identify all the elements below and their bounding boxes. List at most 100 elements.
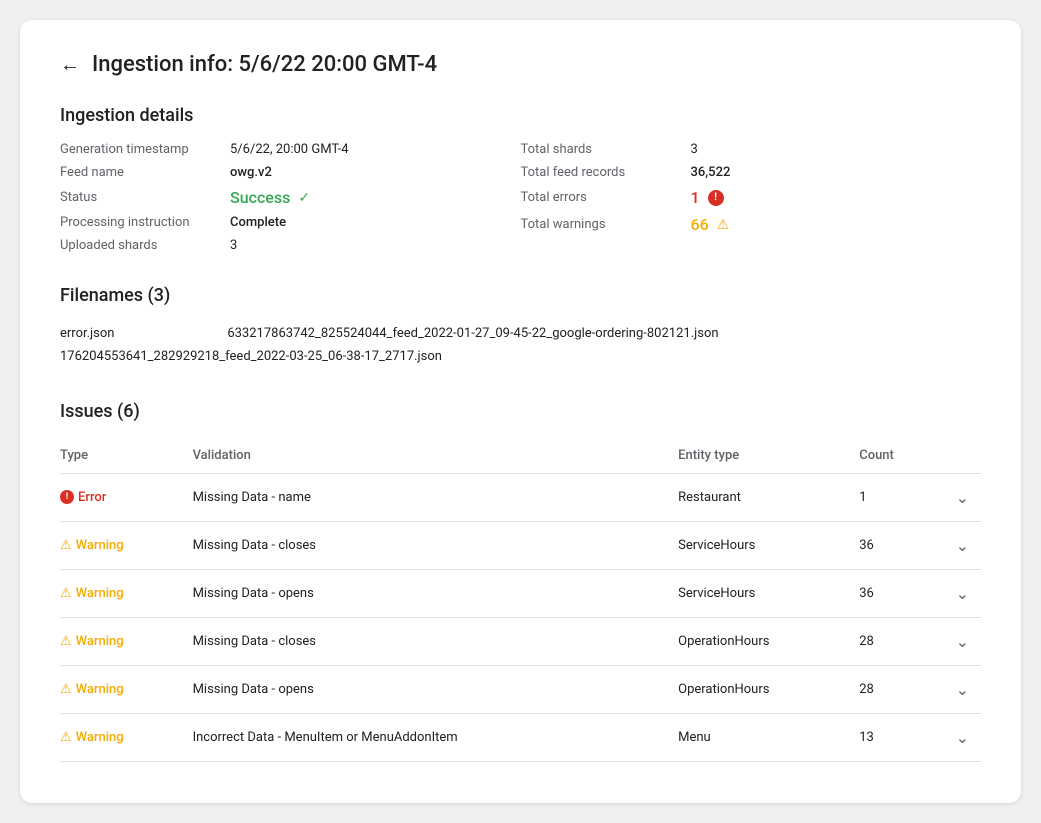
details-left-col: Generation timestamp 5/6/22, 20:00 GMT-4…: [60, 142, 521, 253]
cell-count: 13: [859, 713, 941, 761]
cell-expand[interactable]: ⌄: [941, 617, 981, 665]
cell-validation: Missing Data - name: [193, 473, 679, 521]
main-card: ← Ingestion info: 5/6/22 20:00 GMT-4 Ing…: [20, 20, 1021, 803]
table-row: ⚠ Warning Missing Data - opens Operation…: [60, 665, 981, 713]
cell-expand[interactable]: ⌄: [941, 665, 981, 713]
cell-count: 36: [859, 569, 941, 617]
table-row: ⚠ Warning Missing Data - closes ServiceH…: [60, 521, 981, 569]
table-row: ⚠ Warning Missing Data - closes Operatio…: [60, 617, 981, 665]
cell-expand[interactable]: ⌄: [941, 473, 981, 521]
filenames-section: Filenames (3) error.json 633217863742_82…: [60, 285, 981, 369]
cell-entity-type: ServiceHours: [678, 521, 859, 569]
cell-validation: Missing Data - closes: [193, 617, 679, 665]
total-errors-value: 1: [691, 188, 700, 207]
generation-timestamp-label: Generation timestamp: [60, 142, 230, 157]
total-shards-label: Total shards: [521, 142, 691, 157]
feed-name-label: Feed name: [60, 165, 230, 180]
cell-entity-type: Restaurant: [678, 473, 859, 521]
col-type: Type: [60, 438, 193, 474]
filenames-title: Filenames (3): [60, 285, 981, 306]
error-dot-icon: !: [708, 190, 724, 206]
table-row: ⚠ Warning Missing Data - opens ServiceHo…: [60, 569, 981, 617]
cell-count: 28: [859, 617, 941, 665]
total-errors-label: Total errors: [521, 190, 691, 205]
warning-triangle-icon: ⚠: [60, 682, 72, 697]
cell-count: 36: [859, 521, 941, 569]
filename-1: error.json 633217863742_825524044_feed_2…: [60, 322, 981, 345]
status-value-container: Success ✓: [230, 188, 310, 207]
cell-entity-type: Menu: [678, 713, 859, 761]
status-value: Success: [230, 188, 290, 207]
details-right-col: Total shards 3 Total feed records 36,522…: [521, 142, 982, 253]
cell-count: 1: [859, 473, 941, 521]
table-row: ! Error Missing Data - name Restaurant 1…: [60, 473, 981, 521]
warning-triangle-icon: ⚠: [60, 730, 72, 745]
total-warnings-label: Total warnings: [521, 217, 691, 232]
cell-validation: Missing Data - opens: [193, 665, 679, 713]
ingestion-details-section: Ingestion details Generation timestamp 5…: [60, 105, 981, 253]
type-warning: ⚠ Warning: [60, 682, 181, 697]
cell-expand[interactable]: ⌄: [941, 521, 981, 569]
cell-validation: Incorrect Data - MenuItem or MenuAddonIt…: [193, 713, 679, 761]
chevron-down-icon[interactable]: ⌄: [956, 488, 969, 507]
warning-triangle-icon: ⚠: [60, 634, 72, 649]
generation-timestamp-row: Generation timestamp 5/6/22, 20:00 GMT-4: [60, 142, 521, 157]
cell-entity-type: OperationHours: [678, 617, 859, 665]
total-warnings-value: 66: [691, 215, 709, 234]
cell-type: ⚠ Warning: [60, 665, 193, 713]
total-shards-row: Total shards 3: [521, 142, 982, 157]
back-button[interactable]: ←: [60, 52, 80, 77]
total-feed-records-value: 36,522: [691, 165, 731, 180]
col-entity-type: Entity type: [678, 438, 859, 474]
chevron-down-icon[interactable]: ⌄: [956, 584, 969, 603]
cell-type: ⚠ Warning: [60, 569, 193, 617]
issues-table: Type Validation Entity type Count ! Erro…: [60, 438, 981, 762]
cell-type: ⚠ Warning: [60, 521, 193, 569]
uploaded-shards-row: Uploaded shards 3: [60, 238, 521, 253]
error-dot-icon: !: [60, 490, 74, 504]
type-error: ! Error: [60, 490, 181, 505]
type-warning: ⚠ Warning: [60, 634, 181, 649]
cell-type: ⚠ Warning: [60, 713, 193, 761]
type-warning: ⚠ Warning: [60, 586, 181, 601]
page-title: Ingestion info: 5/6/22 20:00 GMT-4: [92, 52, 437, 77]
total-warnings-row: Total warnings 66 ⚠: [521, 215, 982, 234]
details-grid: Generation timestamp 5/6/22, 20:00 GMT-4…: [60, 142, 981, 253]
cell-validation: Missing Data - opens: [193, 569, 679, 617]
warning-triangle-icon: ⚠: [60, 538, 72, 553]
type-warning: ⚠ Warning: [60, 730, 181, 745]
chevron-down-icon[interactable]: ⌄: [956, 728, 969, 747]
table-row: ⚠ Warning Incorrect Data - MenuItem or M…: [60, 713, 981, 761]
issues-table-body: ! Error Missing Data - name Restaurant 1…: [60, 473, 981, 761]
total-shards-value: 3: [691, 142, 698, 157]
processing-instruction-label: Processing instruction: [60, 215, 230, 230]
generation-timestamp-value: 5/6/22, 20:00 GMT-4: [230, 142, 349, 157]
cell-expand[interactable]: ⌄: [941, 713, 981, 761]
ingestion-details-title: Ingestion details: [60, 105, 981, 126]
warning-triangle-icon: ⚠: [717, 217, 730, 233]
chevron-down-icon[interactable]: ⌄: [956, 536, 969, 555]
cell-type: ⚠ Warning: [60, 617, 193, 665]
issues-table-header: Type Validation Entity type Count: [60, 438, 981, 474]
cell-validation: Missing Data - closes: [193, 521, 679, 569]
cell-count: 28: [859, 665, 941, 713]
issues-section: Issues (6) Type Validation Entity type C…: [60, 401, 981, 762]
type-warning: ⚠ Warning: [60, 538, 181, 553]
filenames-list: error.json 633217863742_825524044_feed_2…: [60, 322, 981, 369]
check-icon: ✓: [298, 190, 310, 206]
col-validation: Validation: [193, 438, 679, 474]
total-feed-records-label: Total feed records: [521, 165, 691, 180]
page-header: ← Ingestion info: 5/6/22 20:00 GMT-4: [60, 52, 981, 77]
chevron-down-icon[interactable]: ⌄: [956, 680, 969, 699]
cell-entity-type: ServiceHours: [678, 569, 859, 617]
cell-expand[interactable]: ⌄: [941, 569, 981, 617]
issues-title: Issues (6): [60, 401, 981, 422]
feed-name-value: owg.v2: [230, 165, 272, 180]
uploaded-shards-label: Uploaded shards: [60, 238, 230, 253]
uploaded-shards-value: 3: [230, 238, 237, 253]
chevron-down-icon[interactable]: ⌄: [956, 632, 969, 651]
processing-instruction-value: Complete: [230, 215, 286, 230]
col-expand: [941, 438, 981, 474]
status-row: Status Success ✓: [60, 188, 521, 207]
cell-entity-type: OperationHours: [678, 665, 859, 713]
